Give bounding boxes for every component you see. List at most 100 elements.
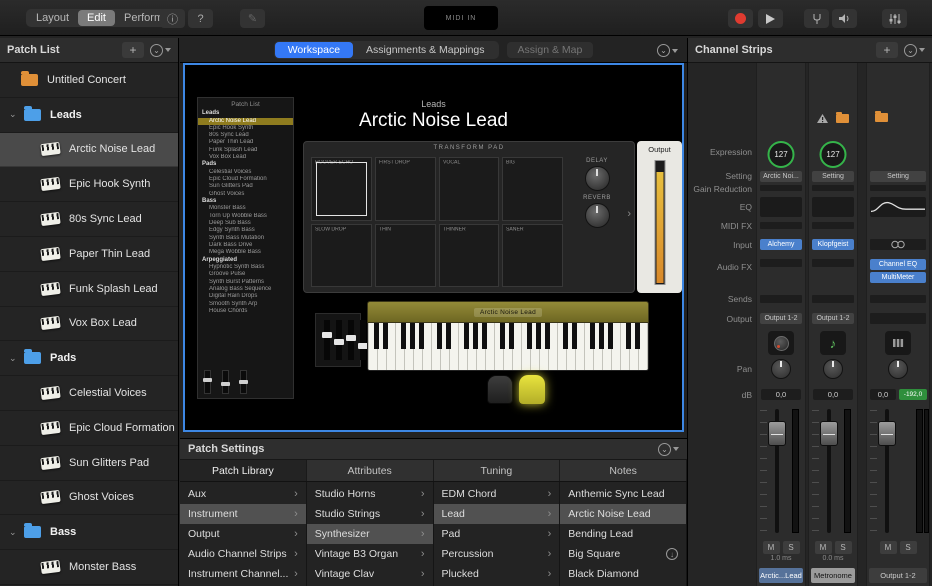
delay-knob[interactable] bbox=[585, 166, 610, 191]
volume-fader[interactable] bbox=[809, 405, 857, 537]
fader-handle[interactable] bbox=[820, 421, 838, 446]
volume-readout[interactable]: 0,0 bbox=[870, 389, 896, 400]
workspace-action-menu[interactable]: ⌄ bbox=[657, 44, 678, 57]
list-item[interactable]: Edgy Synth Bass bbox=[198, 227, 293, 234]
eq-thumbnail[interactable] bbox=[812, 197, 854, 217]
audio-fx-slot[interactable] bbox=[812, 259, 854, 267]
patch-row[interactable]: 80s Sync Lead bbox=[0, 202, 178, 237]
list-item[interactable]: Hypnotic Synth Bass bbox=[198, 264, 293, 271]
library-item[interactable]: Black Diamond bbox=[560, 564, 686, 584]
tab-notes[interactable]: Notes bbox=[560, 460, 687, 481]
list-item[interactable]: Funk Splash Lead bbox=[198, 147, 293, 154]
library-item[interactable]: Aux› bbox=[180, 484, 306, 504]
patch-row[interactable]: Epic Cloud Formation bbox=[0, 411, 178, 446]
library-item[interactable]: Arctic Noise Lead bbox=[560, 504, 686, 524]
list-item[interactable]: Digital Rain Drops bbox=[198, 293, 293, 300]
list-item[interactable]: Paper Thin Lead bbox=[198, 139, 293, 146]
strip-name[interactable]: Output 1-2 bbox=[869, 568, 927, 583]
mute-button[interactable]: M bbox=[815, 541, 832, 554]
list-item[interactable]: House Chords bbox=[198, 308, 293, 315]
mute-button[interactable]: M bbox=[763, 541, 780, 554]
library-item[interactable]: Percussion› bbox=[434, 544, 560, 564]
patch-row[interactable]: Funk Splash Lead bbox=[0, 272, 178, 307]
library-item[interactable]: Studio Strings› bbox=[307, 504, 433, 524]
tab-patch-library[interactable]: Patch Library bbox=[180, 460, 307, 481]
tab-assignments-mappings[interactable]: Assignments & Mappings bbox=[353, 42, 497, 58]
tuner-button[interactable] bbox=[804, 9, 829, 28]
reverb-knob[interactable] bbox=[585, 203, 610, 228]
patch-row[interactable]: Ghost Voices bbox=[0, 481, 178, 516]
eq-thumbnail[interactable] bbox=[870, 197, 926, 217]
list-item[interactable]: Dark Bass Drive bbox=[198, 242, 293, 249]
list-item[interactable]: Analog Bass Sequence bbox=[198, 286, 293, 293]
list-item[interactable]: Groove Pulse bbox=[198, 271, 293, 278]
library-item[interactable]: Pad› bbox=[434, 524, 560, 544]
patch-list-action-menu[interactable]: ⌄ bbox=[150, 44, 171, 57]
mini-fader[interactable] bbox=[204, 370, 211, 394]
drawbar-fader[interactable] bbox=[336, 320, 342, 360]
strip-name[interactable]: Metronome bbox=[811, 568, 855, 583]
pan-knob[interactable] bbox=[823, 359, 843, 379]
setting-button[interactable]: Setting bbox=[812, 171, 854, 182]
list-item[interactable]: Torn Up Wobble Bass bbox=[198, 213, 293, 220]
volume-readout[interactable]: 0,0 bbox=[761, 389, 801, 400]
edit-tools-button[interactable]: ✎ bbox=[240, 9, 265, 28]
sends-slot[interactable] bbox=[870, 295, 926, 303]
library-item[interactable]: Instrument› bbox=[180, 504, 306, 524]
list-item[interactable]: Ghost Voices bbox=[198, 191, 293, 198]
transform-pad-cell[interactable]: THIN bbox=[375, 224, 436, 288]
fader-handle[interactable] bbox=[768, 421, 786, 446]
sends-slot[interactable] bbox=[812, 295, 854, 303]
input-plugin-button[interactable]: Klopfgeist bbox=[812, 239, 854, 250]
library-item[interactable]: Big Square↓ bbox=[560, 544, 686, 564]
download-icon[interactable]: ↓ bbox=[666, 548, 678, 560]
list-item[interactable]: Vox Box Lead bbox=[198, 154, 293, 161]
library-item[interactable]: Bending Lead bbox=[560, 524, 686, 544]
volume-fader[interactable] bbox=[757, 405, 805, 537]
channel-strip[interactable]: 127 Arctic Noi... Alchemy Output 1-2 0,0 bbox=[756, 63, 806, 586]
transform-pad-cell[interactable]: SLOW DROP bbox=[311, 224, 372, 288]
drawbar-fader[interactable] bbox=[324, 320, 330, 360]
list-item[interactable]: Arctic Noise Lead bbox=[198, 118, 293, 125]
mode-layout-button[interactable]: Layout bbox=[27, 10, 78, 26]
group-row-bass[interactable]: ⌄ Bass bbox=[0, 515, 178, 550]
expression-knob[interactable]: 127 bbox=[768, 141, 795, 168]
fader-handle[interactable] bbox=[878, 421, 896, 446]
strip-name[interactable]: Arctic...Lead bbox=[759, 568, 803, 583]
channel-strip[interactable]: 127 Setting Klopfgeist Output 1-2 ♪ 0,0 bbox=[808, 63, 858, 586]
library-item[interactable]: Lead› bbox=[434, 504, 560, 524]
screen-keyboard[interactable]: Arctic Noise Lead bbox=[367, 301, 649, 371]
volume-fader[interactable] bbox=[867, 405, 929, 537]
library-item[interactable]: Instrument Channel...› bbox=[180, 564, 306, 584]
midi-fx-slot[interactable] bbox=[760, 222, 802, 229]
output-button[interactable] bbox=[870, 313, 926, 324]
solo-button[interactable]: S bbox=[900, 541, 917, 554]
sends-slot[interactable] bbox=[760, 295, 802, 303]
balance-knob[interactable] bbox=[888, 359, 908, 379]
mini-fader[interactable] bbox=[222, 370, 229, 394]
help-button[interactable]: ? bbox=[188, 9, 213, 28]
chevron-right-icon[interactable]: › bbox=[627, 208, 631, 220]
list-item[interactable]: Deep Sub Bass bbox=[198, 220, 293, 227]
mute-button[interactable]: M bbox=[880, 541, 897, 554]
channel-strips-action-menu[interactable]: ⌄ bbox=[904, 44, 925, 57]
tab-tuning[interactable]: Tuning bbox=[434, 460, 561, 481]
assign-map-button[interactable]: Assign & Map bbox=[507, 42, 594, 58]
audio-fx-plugin-button[interactable]: Channel EQ bbox=[870, 259, 926, 270]
setting-button[interactable]: Arctic Noi... bbox=[760, 171, 802, 182]
expression-pedal-active[interactable] bbox=[519, 375, 545, 404]
chevron-down-icon[interactable]: ⌄ bbox=[9, 527, 18, 538]
transform-pad-cell[interactable]: HOOVER ECHO bbox=[311, 157, 372, 221]
patch-row[interactable]: Celestial Voices bbox=[0, 376, 178, 411]
patch-row[interactable]: Monster Bass bbox=[0, 550, 178, 585]
output-button[interactable]: Output 1-2 bbox=[760, 313, 802, 324]
record-button[interactable] bbox=[728, 9, 753, 28]
list-item[interactable]: Epic Cloud Formation bbox=[198, 176, 293, 183]
library-item[interactable]: Studio Horns› bbox=[307, 484, 433, 504]
tab-workspace[interactable]: Workspace bbox=[275, 42, 353, 58]
volume-readout[interactable]: 0,0 bbox=[813, 389, 853, 400]
library-item[interactable]: Vintage Clav› bbox=[307, 564, 433, 584]
transform-pad-cell[interactable]: SANER bbox=[502, 224, 563, 288]
audio-fx-slot[interactable] bbox=[760, 259, 802, 267]
drawbar-fader[interactable] bbox=[348, 320, 354, 360]
